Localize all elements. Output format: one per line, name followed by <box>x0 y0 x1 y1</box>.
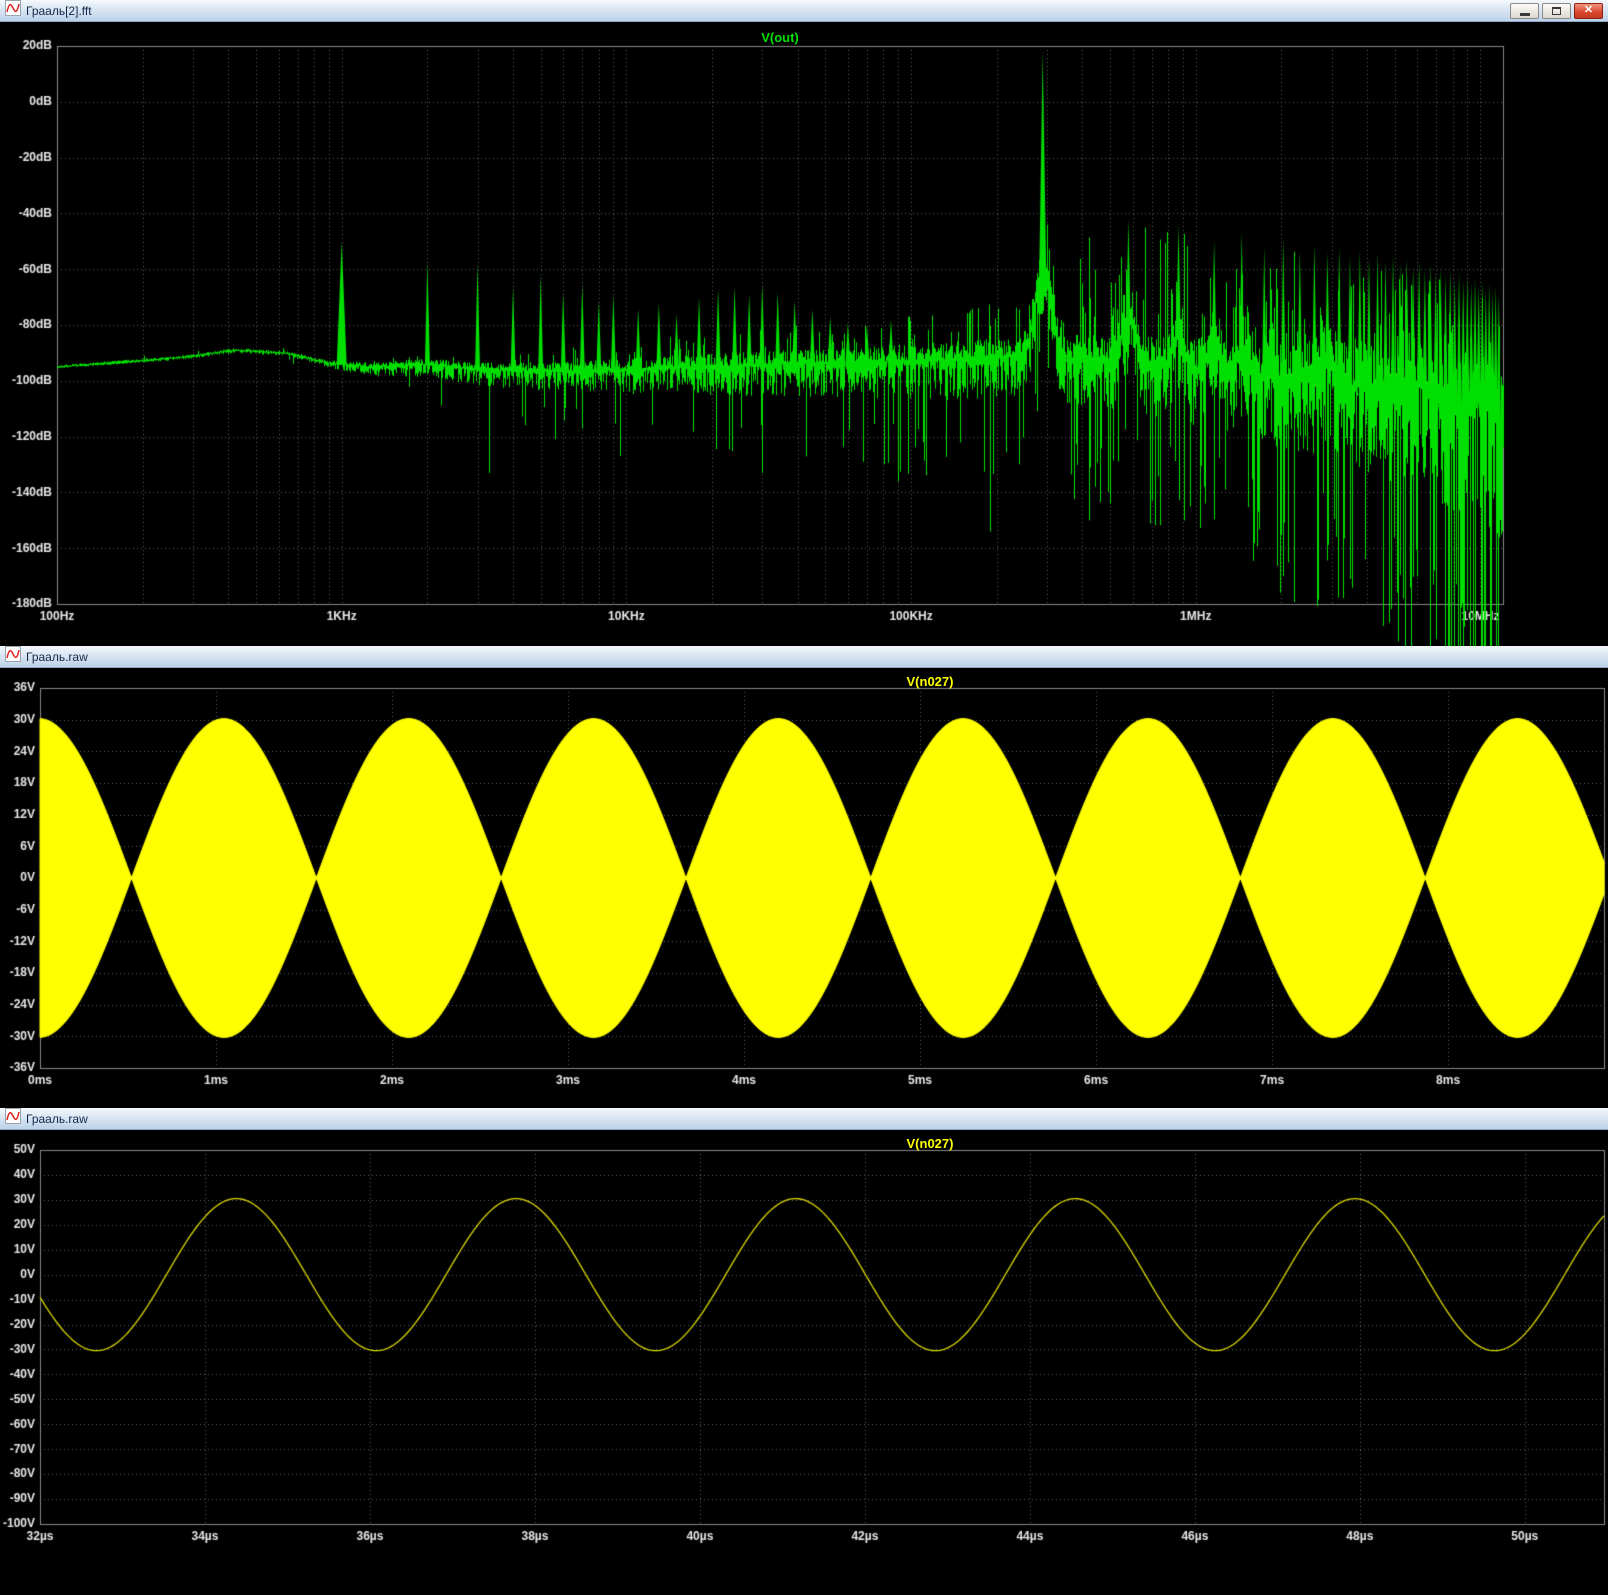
titlebar-fft[interactable]: Грааль[2].fft ✕ <box>0 0 1608 22</box>
waveform-icon <box>5 0 21 21</box>
window-controls: ✕ <box>1510 2 1603 19</box>
titlebar-sine[interactable]: Грааль.raw <box>0 1108 1608 1130</box>
sine-plot-canvas[interactable] <box>0 1130 1608 1595</box>
fft-client-area: V(out) <box>0 22 1608 646</box>
envelope-client-area: V(n027) <box>0 668 1608 1108</box>
trace-label-vout[interactable]: V(out) <box>57 30 1503 45</box>
close-button[interactable]: ✕ <box>1574 2 1603 19</box>
minimize-button[interactable] <box>1510 2 1539 19</box>
minimize-icon <box>1519 12 1530 16</box>
window-envelope: Грааль.raw V(n027) <box>0 646 1608 1108</box>
fft-plot-canvas[interactable] <box>0 22 1608 646</box>
trace-label-vn027[interactable]: V(n027) <box>850 674 1010 689</box>
window-fft: Грааль[2].fft ✕ V(out) <box>0 0 1608 646</box>
window-title: Грааль[2].fft <box>26 3 92 18</box>
window-title: Грааль.raw <box>26 1111 88 1126</box>
waveform-icon <box>5 646 21 667</box>
ltspice-workspace: Грааль[2].fft ✕ V(out) Грааль.raw V(n027… <box>0 0 1608 1595</box>
sine-client-area: V(n027) <box>0 1130 1608 1595</box>
titlebar-envelope[interactable]: Грааль.raw <box>0 646 1608 668</box>
envelope-plot-canvas[interactable] <box>0 668 1608 1108</box>
restore-icon <box>1552 6 1561 15</box>
trace-label-vn027[interactable]: V(n027) <box>850 1136 1010 1151</box>
window-title: Грааль.raw <box>26 649 88 664</box>
restore-button[interactable] <box>1542 2 1571 19</box>
window-sine: Грааль.raw V(n027) <box>0 1108 1608 1595</box>
waveform-icon <box>5 1108 21 1129</box>
